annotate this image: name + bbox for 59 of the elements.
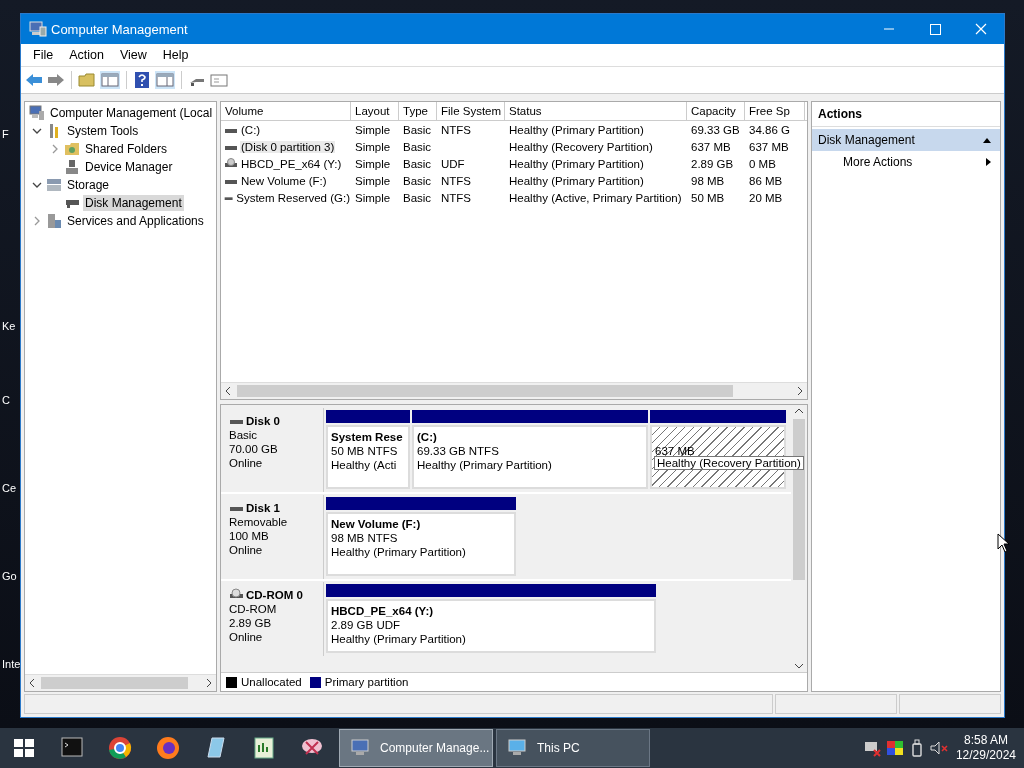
partition-size: 637 MB [655,444,696,458]
table-cell-text: 20 MB [748,191,784,204]
table-cell-text: Simple [354,174,392,187]
legend-label: Unallocated [241,676,302,688]
partition-status: Healthy (Primary Partition) [331,632,467,646]
table-cell-text: Basic [402,174,433,187]
table-cell-text: Simple [354,191,392,204]
table-cell-text: 34.86 G [748,123,791,136]
table-cell-text: NTFS [440,191,473,204]
table-cell-text: 637 MB [748,140,790,153]
actions-title: Actions [812,102,1000,127]
partition-name: (C:) [417,430,438,444]
disk-type: Removable [229,515,289,529]
table-cell-text: Healthy (Primary Partition) [508,174,645,187]
disk-size: 2.89 GB [229,616,273,630]
partition-size: 50 MB NTFS [331,444,399,458]
table-cell-text: Healthy (Primary Partition) [508,157,645,170]
table-cell-text: 86 MB [748,174,784,187]
table-cell-text: Simple [354,140,392,153]
table-cell-text: 98 MB [690,174,726,187]
table-cell-text: 0 MB [748,157,777,170]
table-cell-text: Healthy (Primary Partition) [508,123,645,136]
disk-name: CD-ROM 0 [246,589,303,601]
partition-status: Healthy (Primary Partition) [417,458,553,472]
partition-name: New Volume (F:) [331,517,422,531]
table-cell-text: 2.89 GB [690,157,735,170]
disk-size: 70.00 GB [229,442,279,456]
table-cell-text: Healthy (Active, Primary Partition) [508,191,683,204]
table-cell-text: Healthy (Recovery Partition) [508,140,654,153]
table-cell-text: 637 MB [690,140,732,153]
partition-size: 69.33 GB NTFS [417,444,500,458]
window-title: Computer Management [51,21,188,37]
legend-label: Primary partition [324,676,409,688]
partition-size: 98 MB NTFS [331,531,399,545]
table-cell-text: Basic [402,157,433,170]
table-cell-text: 69.33 GB [690,123,741,136]
disk-size: 100 MB [229,529,270,543]
table-cell-text: Basic [402,123,433,136]
disk-status: Online [229,456,264,470]
partition-name: HBCD_PE_x64 (Y:) [331,604,435,618]
partition-size: 2.89 GB UDF [331,618,402,632]
table-cell-text: NTFS [440,123,473,136]
table-cell-text: UDF [440,157,466,170]
table-cell-text: Basic [402,191,433,204]
partition-status: Healthy (Primary Partition) [331,545,467,559]
tooltip: Healthy (Recovery Partition) [654,456,804,470]
partition-name: System Rese [331,430,404,444]
partition-status: Healthy (Acti [331,458,398,472]
table-cell-text: Basic [402,140,433,153]
table-cell-text: Simple [354,123,392,136]
disk-status: Online [229,630,264,644]
table-cell-text: 50 MB [690,191,726,204]
disk-type: Basic [229,428,259,442]
table-cell-text: NTFS [440,174,473,187]
disk-status: Online [229,543,264,557]
disk-name: Disk 0 [246,415,280,427]
disk-type: CD-ROM [229,602,278,616]
disk-name: Disk 1 [246,502,280,514]
table-cell-text: Simple [354,157,392,170]
